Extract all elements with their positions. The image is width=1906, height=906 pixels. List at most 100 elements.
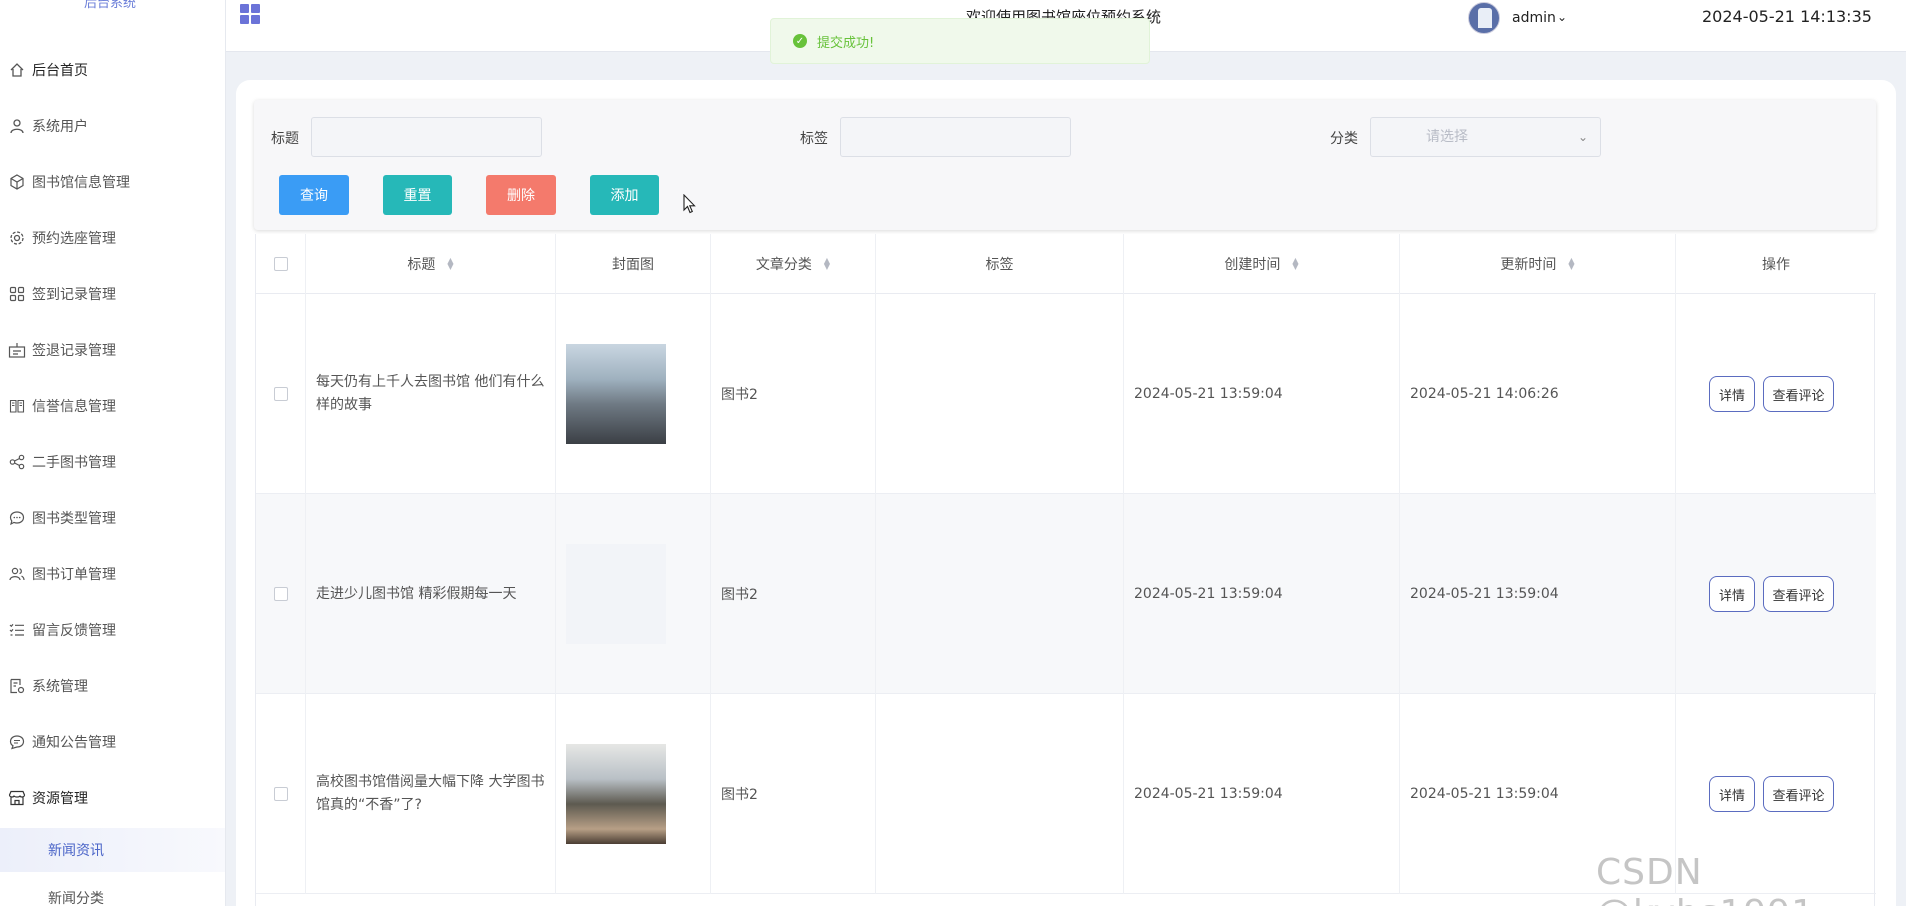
sidebar-item-system-users[interactable]: 系统用户 — [0, 104, 225, 148]
row-created: 2024-05-21 13:59:04 — [1124, 494, 1400, 694]
sidebar-item-system-management[interactable]: 系统管理 — [0, 664, 225, 708]
detail-button[interactable]: 详情 — [1709, 376, 1755, 412]
sidebar-subitem-label: 新闻分类 — [48, 891, 104, 906]
query-button[interactable]: 查询 — [279, 175, 349, 215]
table-row: 走进少儿图书馆 精彩假期每一天 图书2 2024-05-21 13:59:04 … — [256, 494, 1876, 694]
row-cover-cell — [556, 494, 711, 694]
sidebar-subitem-news[interactable]: 新闻资讯 — [0, 828, 225, 872]
comment-icon — [8, 733, 26, 751]
row-actions: 详情 查看评论 — [1676, 494, 1876, 694]
row-checkbox[interactable] — [273, 787, 288, 801]
list-icon — [8, 621, 26, 639]
view-comments-button[interactable]: 查看评论 — [1763, 376, 1834, 412]
sort-icon[interactable]: ▲ ▼ — [447, 257, 453, 271]
success-toast: ✓ 提交成功! — [770, 18, 1150, 64]
sort-icon[interactable]: ▲ ▼ — [824, 257, 830, 271]
sidebar-item-label: 预约选座管理 — [32, 231, 116, 247]
title-filter-input[interactable] — [311, 117, 542, 157]
row-tags — [876, 694, 1124, 894]
delete-button[interactable]: 删除 — [486, 175, 556, 215]
toast-message: 提交成功! — [817, 35, 875, 51]
column-actions: 操作 — [1676, 234, 1876, 294]
gear-icon — [8, 229, 26, 247]
users-icon — [8, 565, 26, 583]
cover-image[interactable] — [566, 744, 666, 844]
sidebar-item-label: 通知公告管理 — [32, 735, 116, 751]
category-select-placeholder: 请选择 — [1426, 129, 1468, 145]
column-category-label: 文章分类 — [755, 257, 812, 273]
sidebar-item-label: 系统管理 — [32, 679, 88, 695]
row-checkbox[interactable] — [273, 387, 288, 401]
sidebar-subitem-news-category[interactable]: 新闻分类 — [0, 876, 225, 906]
select-all-checkbox[interactable] — [273, 257, 288, 271]
column-category[interactable]: 文章分类 ▲ ▼ — [711, 234, 876, 294]
share-icon — [8, 453, 26, 471]
check-circle-icon: ✓ — [793, 34, 807, 48]
row-created: 2024-05-21 13:59:04 — [1124, 694, 1400, 894]
column-tags: 标签 — [876, 234, 1124, 294]
news-table: 标题 ▲ ▼ 封面图 文章分类 ▲ ▼ 标签 创建时间 ▲ ▼ 更新时间 ▲ ▼ 操作 … — [255, 234, 1876, 906]
doc-settings-icon — [8, 677, 26, 695]
home-icon — [8, 61, 26, 79]
sidebar-item-book-types[interactable]: 图书类型管理 — [0, 496, 225, 540]
sidebar-item-used-books[interactable]: 二手图书管理 — [0, 440, 225, 484]
store-icon — [8, 789, 26, 807]
column-created[interactable]: 创建时间 ▲ ▼ — [1124, 234, 1400, 294]
detail-button[interactable]: 详情 — [1709, 776, 1755, 812]
username[interactable]: admin — [1512, 10, 1556, 26]
sidebar-item-label: 图书类型管理 — [32, 511, 116, 527]
row-cover-cell — [556, 294, 711, 494]
cube-icon — [8, 173, 26, 191]
sidebar-item-feedback[interactable]: 留言反馈管理 — [0, 608, 225, 652]
row-title: 每天仍有上千人去图书馆 他们有什么样的故事 — [306, 294, 556, 494]
sidebar-item-label: 留言反馈管理 — [32, 623, 116, 639]
sidebar-item-label: 资源管理 — [32, 791, 88, 807]
row-category: 图书2 — [711, 494, 876, 694]
sidebar-item-home[interactable]: 后台首页 — [0, 48, 225, 92]
sidebar-item-label: 图书馆信息管理 — [32, 175, 130, 191]
sidebar-item-library-info[interactable]: 图书馆信息管理 — [0, 160, 225, 204]
avatar[interactable] — [1468, 2, 1500, 34]
row-category: 图书2 — [711, 694, 876, 894]
sidebar-item-credit-info[interactable]: 信誉信息管理 — [0, 384, 225, 428]
sidebar-item-book-orders[interactable]: 图书订单管理 — [0, 552, 225, 596]
table-header: 标题 ▲ ▼ 封面图 文章分类 ▲ ▼ 标签 创建时间 ▲ ▼ 更新时间 ▲ ▼ 操作 — [256, 234, 1876, 294]
select-all-cell — [256, 234, 306, 294]
sort-icon[interactable]: ▲ ▼ — [1568, 257, 1574, 271]
row-select-cell — [256, 494, 306, 694]
category-select[interactable]: 请选择 ⌄ — [1370, 117, 1601, 157]
row-title: 高校图书馆借阅量大幅下降 大学图书馆真的“不香”了? — [306, 694, 556, 894]
sidebar-item-checkout-records[interactable]: 签退记录管理 — [0, 328, 225, 372]
sidebar-item-label: 二手图书管理 — [32, 455, 116, 471]
tag-filter-label: 标签 — [800, 131, 828, 147]
detail-button[interactable]: 详情 — [1709, 576, 1755, 612]
sort-icon[interactable]: ▲ ▼ — [1292, 257, 1298, 271]
cover-image[interactable] — [566, 344, 666, 444]
sidebar-item-label: 签退记录管理 — [32, 343, 116, 359]
chevron-down-icon: ⌄ — [1577, 130, 1588, 144]
row-select-cell — [256, 694, 306, 894]
row-title: 走进少儿图书馆 精彩假期每一天 — [306, 494, 556, 694]
sidebar-item-checkin-records[interactable]: 签到记录管理 — [0, 272, 225, 316]
sidebar-item-seat-reservation[interactable]: 预约选座管理 — [0, 216, 225, 260]
tag-filter-input[interactable] — [840, 117, 1071, 157]
column-updated[interactable]: 更新时间 ▲ ▼ — [1400, 234, 1676, 294]
view-comments-button[interactable]: 查看评论 — [1763, 776, 1834, 812]
reset-button[interactable]: 重置 — [383, 175, 452, 215]
cover-image[interactable] — [566, 544, 666, 644]
sidebar-item-announcements[interactable]: 通知公告管理 — [0, 720, 225, 764]
sidebar-item-label: 后台首页 — [32, 63, 88, 79]
sidebar-item-label: 图书订单管理 — [32, 567, 116, 583]
row-checkbox[interactable] — [273, 587, 288, 601]
row-category: 图书2 — [711, 294, 876, 494]
sidebar-subitem-label: 新闻资讯 — [48, 843, 104, 859]
column-created-label: 创建时间 — [1224, 257, 1281, 273]
chevron-down-icon[interactable]: ⌄ — [1557, 10, 1567, 24]
sidebar-item-resources[interactable]: 资源管理 — [0, 776, 225, 820]
row-select-cell — [256, 294, 306, 494]
sidebar: 后台系统 后台首页 系统用户 图书馆信息管理 预约选座管理 签到记录管理 签退记… — [0, 0, 226, 906]
column-title[interactable]: 标题 ▲ ▼ — [306, 234, 556, 294]
add-button[interactable]: 添加 — [590, 175, 659, 215]
view-comments-button[interactable]: 查看评论 — [1763, 576, 1834, 612]
menu-toggle-icon[interactable] — [240, 4, 262, 26]
